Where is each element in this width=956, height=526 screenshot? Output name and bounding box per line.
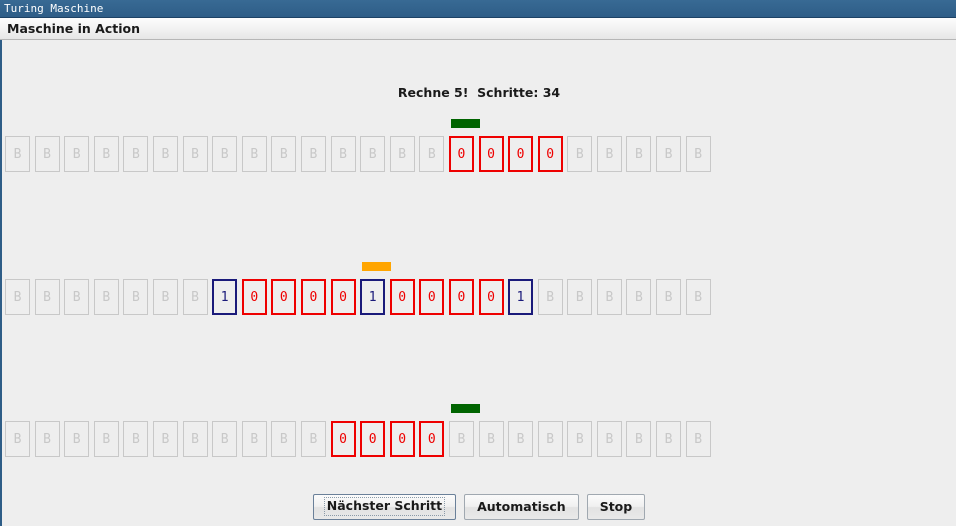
tape-cell: B	[182, 421, 208, 457]
tape-cell: B	[300, 421, 326, 457]
next-step-button-label: Nächster Schritt	[323, 497, 446, 516]
tape-cell: 0	[330, 421, 356, 457]
tape-cell: B	[64, 421, 90, 457]
tape-cell: 0	[508, 136, 534, 172]
tape-cell: B	[93, 279, 119, 315]
tape-cell: 0	[419, 279, 445, 315]
status-line: Rechne 5! Schritte: 34	[397, 85, 561, 100]
tape-cell: B	[685, 279, 711, 315]
tape-cell: B	[656, 279, 682, 315]
tape-cell: B	[123, 136, 149, 172]
tape-cell: 1	[212, 279, 238, 315]
tape-cell: B	[152, 279, 178, 315]
tape-1-cells: BBBBBBBBBBBBBBB0000BBBBB	[5, 136, 715, 172]
tape-cell: 1	[360, 279, 386, 315]
main-content: Rechne 5! Schritte: 34 BBBBBBBBBBBBBBB00…	[0, 40, 956, 526]
tape-cell: B	[626, 279, 652, 315]
tape-cell: B	[64, 279, 90, 315]
tape-cell: B	[419, 136, 445, 172]
menu-bar: Maschine in Action	[0, 18, 956, 40]
tape-cell: B	[182, 279, 208, 315]
tape-cell: B	[478, 421, 504, 457]
tape-2-head-marker	[362, 262, 392, 271]
tape-cell: B	[123, 421, 149, 457]
tape-cell: 0	[241, 279, 267, 315]
window-title: Turing Maschine	[4, 2, 104, 15]
tape-3-head-marker	[451, 404, 480, 413]
tape-cell: B	[5, 136, 30, 172]
tape-cell: B	[537, 279, 563, 315]
tape-cell: 0	[478, 136, 504, 172]
tape-cell: B	[5, 279, 30, 315]
tape-cell: B	[300, 136, 326, 172]
tape-cell: 0	[478, 279, 504, 315]
tape-cell: B	[5, 421, 30, 457]
turing-machine-window: Turing Maschine Maschine in Action Rechn…	[0, 0, 956, 526]
automatic-button[interactable]: Automatisch	[464, 494, 579, 520]
tape-cell: 0	[300, 279, 326, 315]
tape-cell: 0	[537, 136, 563, 172]
tape-cell: 0	[360, 421, 386, 457]
tape-cell: B	[596, 421, 622, 457]
tape-cell: B	[596, 136, 622, 172]
tape-cell: B	[34, 279, 60, 315]
tape-2-cells: BBBBBBB10000100001BBBBBB	[5, 279, 715, 315]
tape-3-cells: BBBBBBBBBBB0000BBBBBBBBB	[5, 421, 715, 457]
tape-cell: 0	[271, 279, 297, 315]
button-bar: Nächster Schritt Automatisch Stop	[2, 494, 956, 520]
tape-cell: B	[212, 421, 238, 457]
tape-cell: B	[360, 136, 386, 172]
tape-cell: B	[93, 136, 119, 172]
tape-cell: B	[656, 136, 682, 172]
tape-cell: B	[567, 421, 593, 457]
tape-cell: B	[271, 136, 297, 172]
tape-cell: B	[241, 136, 267, 172]
tape-cell: B	[123, 279, 149, 315]
tape-cell: B	[271, 421, 297, 457]
tape-cell: 1	[508, 279, 534, 315]
tape-cell: 0	[419, 421, 445, 457]
tape-cell: 0	[330, 279, 356, 315]
tape-cell: B	[596, 279, 622, 315]
tape-cell: B	[626, 136, 652, 172]
tape-cell: B	[182, 136, 208, 172]
tape-cell: B	[152, 421, 178, 457]
tape-cell: 0	[389, 279, 415, 315]
menu-item-maschine-in-action[interactable]: Maschine in Action	[0, 21, 140, 36]
window-titlebar: Turing Maschine	[0, 0, 956, 18]
stop-button[interactable]: Stop	[586, 494, 646, 520]
tape-cell: B	[567, 279, 593, 315]
tape-cell: B	[685, 421, 711, 457]
tape-cell: B	[34, 136, 60, 172]
tape-cell: B	[212, 136, 238, 172]
tape-cell: B	[685, 136, 711, 172]
tape-cell: 0	[389, 421, 415, 457]
tape-cell: B	[64, 136, 90, 172]
next-step-button[interactable]: Nächster Schritt	[312, 494, 457, 520]
tape-cell: B	[508, 421, 534, 457]
tape-cell: B	[537, 421, 563, 457]
tape-cell: B	[34, 421, 60, 457]
tape-1-head-marker	[451, 119, 480, 128]
tape-cell: B	[330, 136, 356, 172]
tape-cell: B	[567, 136, 593, 172]
tape-cell: B	[241, 421, 267, 457]
tape-cell: 0	[448, 136, 474, 172]
tape-cell: 0	[448, 279, 474, 315]
tape-cell: B	[389, 136, 415, 172]
tape-cell: B	[152, 136, 178, 172]
tape-cell: B	[626, 421, 652, 457]
tape-cell: B	[448, 421, 474, 457]
tape-cell: B	[656, 421, 682, 457]
tape-cell: B	[93, 421, 119, 457]
